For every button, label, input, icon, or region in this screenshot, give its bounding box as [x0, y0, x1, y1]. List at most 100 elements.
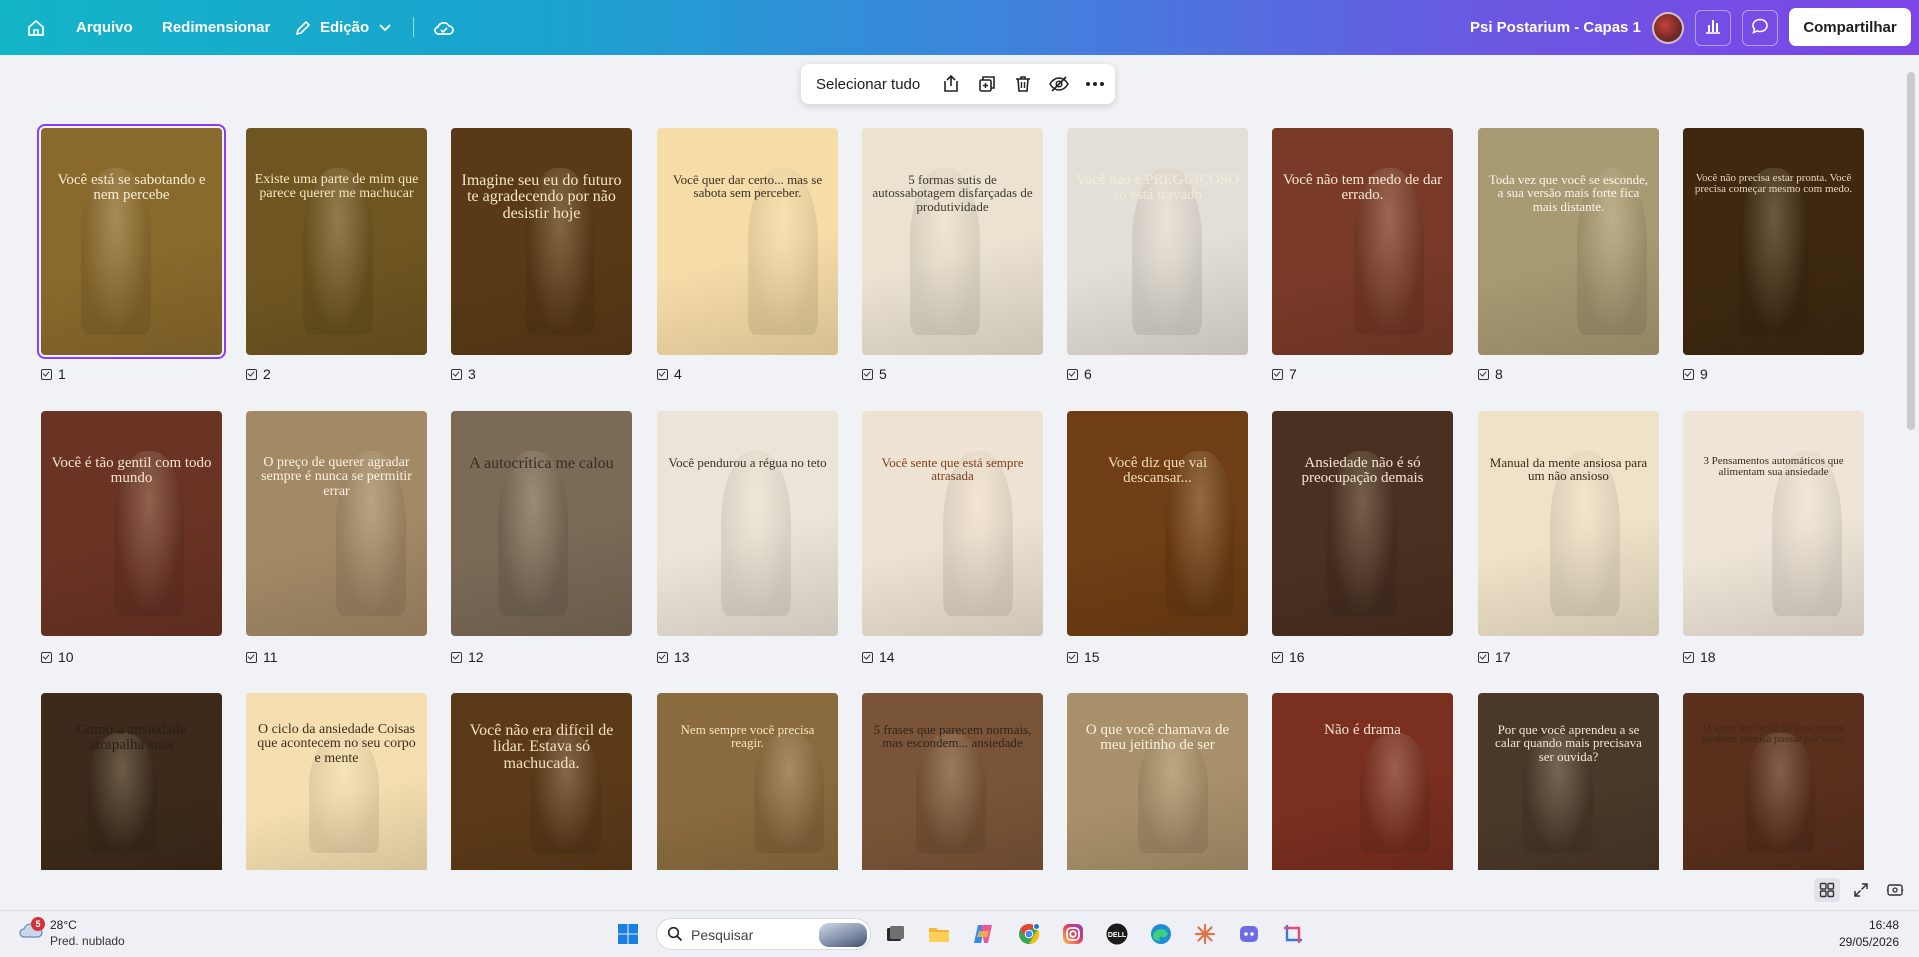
page-thumbnail[interactable]: O que você chamava de meu jeitinho de se… [1067, 693, 1248, 870]
weather-description[interactable]: Pred. nublado [50, 934, 125, 948]
page-check-icon[interactable] [1683, 651, 1694, 663]
page-check-icon[interactable] [246, 651, 257, 663]
page-thumbnail[interactable]: Não é drama [1272, 693, 1453, 870]
project-title[interactable]: Psi Postarium - Capas 1 [1470, 0, 1641, 55]
resize-menu[interactable]: Redimensionar [162, 0, 270, 55]
page-number-label[interactable]: 9 [1683, 365, 1708, 383]
page-check-icon[interactable] [862, 368, 873, 380]
page-number-label[interactable]: 12 [451, 648, 484, 666]
page-check-icon[interactable] [41, 651, 52, 663]
fullscreen-icon[interactable] [1848, 878, 1874, 902]
page-number-label[interactable]: 15 [1067, 648, 1100, 666]
page-check-icon[interactable] [657, 651, 668, 663]
task-view-icon[interactable] [882, 921, 908, 947]
page-thumbnail[interactable]: O amor que você dá pros outros também pr… [1683, 693, 1864, 870]
page-number: 17 [1495, 649, 1511, 665]
chrome-icon[interactable] [1016, 921, 1042, 947]
page-check-icon[interactable] [1272, 368, 1283, 380]
page-thumbnail[interactable]: Toda vez que você se esconde, a sua vers… [1478, 128, 1659, 355]
taskbar-search[interactable]: Pesquisar [656, 918, 871, 950]
taskbar-date[interactable]: 29/05/2026 [1827, 935, 1899, 949]
page-headline: Não é drama [1324, 722, 1401, 738]
page-thumbnail[interactable]: Por que você aprendeu a se calar quando … [1478, 693, 1659, 870]
instagram-icon[interactable] [1060, 921, 1086, 947]
page-check-icon[interactable] [246, 368, 257, 380]
page-thumbnail[interactable]: Você diz que vai descansar... [1067, 411, 1248, 636]
page-thumbnail[interactable]: Você não era difícil de lidar. Estava só… [451, 693, 632, 870]
page-number-label[interactable]: 13 [657, 648, 690, 666]
page-thumbnail[interactable]: Como a ansiedade atrapalha suas [41, 693, 222, 870]
page-number-label[interactable]: 3 [451, 365, 476, 383]
weather-temperature[interactable]: 28°C [50, 918, 77, 932]
edit-menu[interactable]: Edição [294, 0, 391, 55]
page-number-label[interactable]: 2 [246, 365, 271, 383]
claude-icon[interactable] [1192, 921, 1218, 947]
page-thumbnail[interactable]: Imagine seu eu do futuro te agradecendo … [451, 128, 632, 355]
page-thumbnail[interactable]: 5 frases que parecem normais, mas escond… [862, 693, 1043, 870]
page-thumbnail[interactable]: Você quer dar certo... mas se sabota sem… [657, 128, 838, 355]
page-check-icon[interactable] [1478, 651, 1489, 663]
page-thumbnail[interactable]: A autocrítica me calou [451, 411, 632, 636]
page-thumbnail[interactable]: Manual da mente ansiosa para um não ansi… [1478, 411, 1659, 636]
vertical-scrollbar[interactable] [1907, 72, 1915, 430]
file-menu[interactable]: Arquivo [76, 0, 133, 55]
page-check-icon[interactable] [1067, 651, 1078, 663]
page-thumbnail[interactable]: 5 formas sutis de autossabotagem disfarç… [862, 128, 1043, 355]
page-check-icon[interactable] [451, 368, 462, 380]
page-headline: Existe uma parte de mim que parece quere… [254, 172, 419, 202]
page-check-icon[interactable] [657, 368, 668, 380]
page-number-label[interactable]: 6 [1067, 365, 1092, 383]
windows-start-icon[interactable] [615, 921, 641, 947]
snipping-tool-icon[interactable] [1280, 921, 1306, 947]
page-number-label[interactable]: 18 [1683, 648, 1716, 666]
page-thumbnail[interactable]: Existe uma parte de mim que parece quere… [246, 128, 427, 355]
page-check-icon[interactable] [1683, 368, 1694, 380]
page-thumbnail[interactable]: Você está se sabotando e nem percebe [37, 124, 226, 359]
page-headline: Você sente que está sempre atrasada [881, 455, 1024, 484]
user-avatar[interactable] [1652, 12, 1684, 44]
page-number-label[interactable]: 4 [657, 365, 682, 383]
page-number-label[interactable]: 1 [41, 365, 66, 383]
page-thumbnail[interactable]: Você é tão gentil com todo mundo [41, 411, 222, 636]
page-number-label[interactable]: 10 [41, 648, 74, 666]
page-thumbnail[interactable]: O preço de querer agradar sempre é nunca… [246, 411, 427, 636]
page-thumbnail[interactable]: Você pendurou a régua no teto [657, 411, 838, 636]
page-thumbnail[interactable]: Você não tem medo de dar errado. [1272, 128, 1453, 355]
dell-icon[interactable]: DELL [1104, 921, 1130, 947]
cloud-saved-icon[interactable] [430, 14, 458, 42]
page-thumbnail[interactable]: O ciclo da ansiedade Coisas que acontece… [246, 693, 427, 870]
page-number-label[interactable]: 8 [1478, 365, 1503, 383]
page-number-label[interactable]: 16 [1272, 648, 1305, 666]
discord-like-app-icon[interactable] [1236, 921, 1262, 947]
edge-icon[interactable] [1148, 921, 1174, 947]
page-check-icon[interactable] [1067, 368, 1078, 380]
grid-view-icon[interactable] [1814, 878, 1840, 902]
page-thumbnail[interactable]: Ansiedade não é só preocupação demais [1272, 411, 1453, 636]
page-number-label[interactable]: 11 [246, 648, 278, 666]
page-thumbnail[interactable]: 3 Pensamentos automáticos que alimentam … [1683, 411, 1864, 636]
page-thumbnail[interactable]: Você não precisa estar pronta. Você prec… [1683, 128, 1864, 355]
accessibility-icon[interactable] [1882, 878, 1908, 902]
chevron-down-icon [379, 23, 391, 32]
page-number-label[interactable]: 14 [862, 648, 895, 666]
page-headline: 3 Pensamentos automáticos que alimentam … [1703, 455, 1844, 479]
page-check-icon[interactable] [862, 651, 873, 663]
share-button[interactable]: Compartilhar [1789, 8, 1911, 46]
taskbar-time[interactable]: 16:48 [1837, 918, 1899, 932]
page-check-icon[interactable] [1478, 368, 1489, 380]
page-thumbnail[interactable]: Nem sempre você precisa reagir. [657, 693, 838, 870]
home-icon[interactable] [22, 14, 50, 42]
file-explorer-icon[interactable] [926, 921, 952, 947]
page-thumbnail[interactable]: Você não é PREGUIÇOSO só está travado [1067, 128, 1248, 355]
copilot-icon[interactable] [970, 921, 996, 947]
page-check-icon[interactable] [1272, 651, 1283, 663]
comments-button[interactable] [1742, 10, 1778, 46]
page-check-icon[interactable] [451, 651, 462, 663]
page-thumbnail[interactable]: Você sente que está sempre atrasada [862, 411, 1043, 636]
analytics-button[interactable] [1695, 10, 1731, 46]
page-check-icon[interactable] [41, 368, 52, 380]
page-number-label[interactable]: 7 [1272, 365, 1297, 383]
page-number-label[interactable]: 5 [862, 365, 887, 383]
page-number-label[interactable]: 17 [1478, 648, 1511, 666]
page-headline: O que você chamava de meu jeitinho de se… [1085, 722, 1230, 754]
